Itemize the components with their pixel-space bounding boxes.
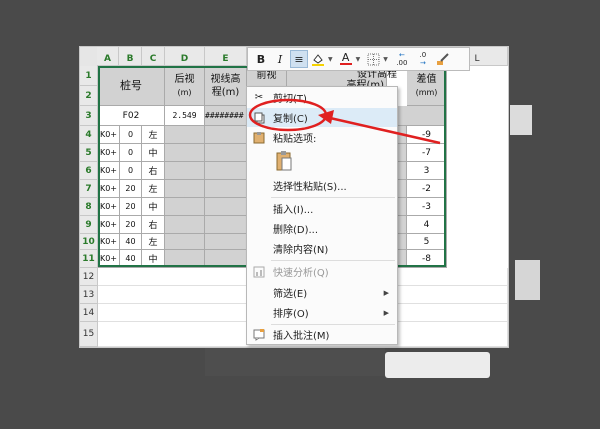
annotation-arrow-line — [329, 116, 441, 145]
annotation-overlay — [248, 98, 441, 145]
annotation-ellipse — [248, 98, 328, 132]
